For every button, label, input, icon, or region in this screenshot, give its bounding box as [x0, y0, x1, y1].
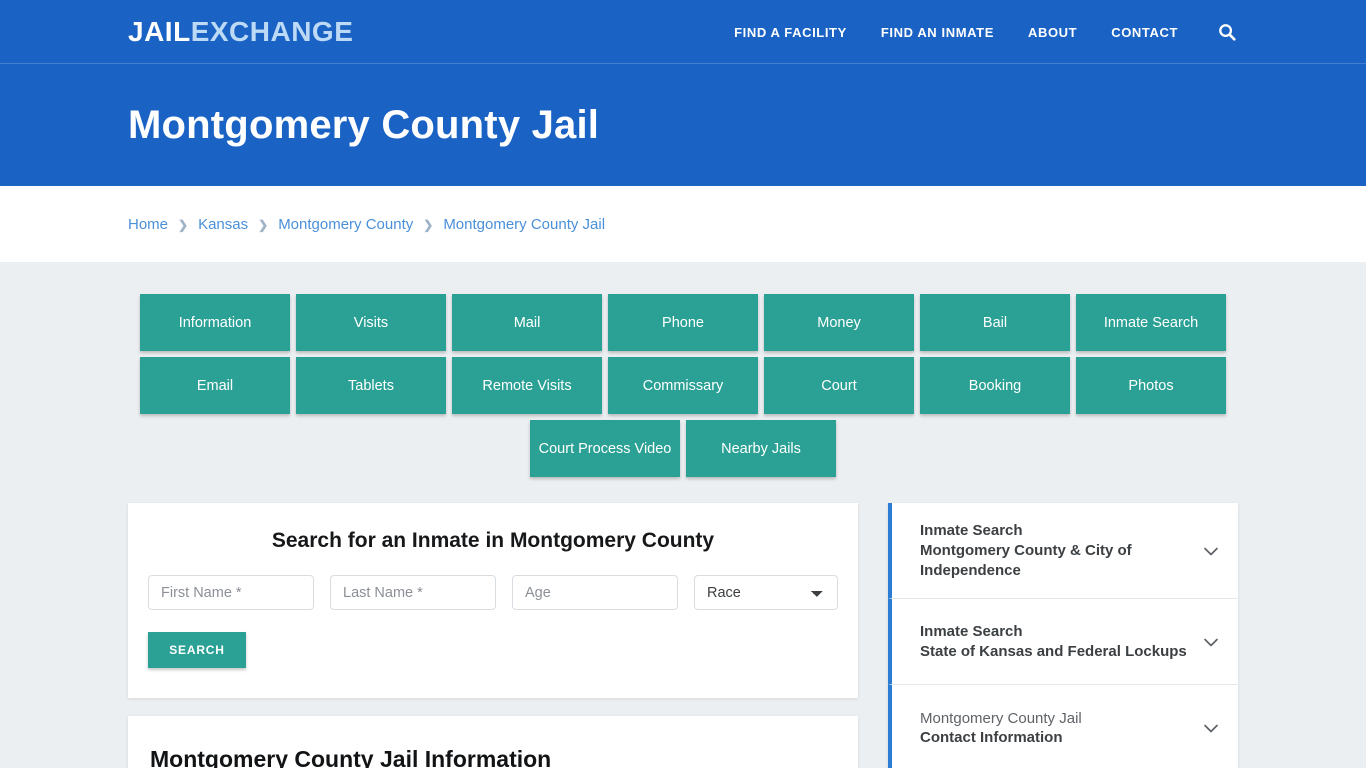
- age-input[interactable]: [512, 575, 678, 610]
- accordion-line-1: Inmate Search: [920, 623, 1023, 641]
- right-column: Inmate Search Montgomery County & City o…: [888, 503, 1238, 768]
- nav-about[interactable]: ABOUT: [1028, 25, 1077, 40]
- page-title: Montgomery County Jail: [128, 102, 600, 147]
- tile-photos[interactable]: Photos: [1076, 357, 1226, 414]
- facility-topic-tiles: Information Visits Mail Phone Money Bail…: [133, 294, 1233, 477]
- tile-bail[interactable]: Bail: [920, 294, 1070, 351]
- accordion-item-text: Montgomery County Jail Contact Informati…: [920, 709, 1188, 749]
- main-content: Information Visits Mail Phone Money Bail…: [0, 262, 1366, 768]
- search-icon[interactable]: [1216, 21, 1238, 43]
- accordion-item-inmate-search-county[interactable]: Inmate Search Montgomery County & City o…: [888, 503, 1238, 600]
- accordion-item-inmate-search-state[interactable]: Inmate Search State of Kansas and Federa…: [888, 599, 1238, 686]
- tile-court[interactable]: Court: [764, 357, 914, 414]
- nav-find-a-facility[interactable]: FIND A FACILITY: [734, 25, 847, 40]
- tile-mail[interactable]: Mail: [452, 294, 602, 351]
- chevron-right-icon: ❯: [258, 218, 269, 232]
- tile-phone[interactable]: Phone: [608, 294, 758, 351]
- breadcrumb-item-montgomery-county-jail[interactable]: Montgomery County Jail: [443, 216, 605, 233]
- chevron-right-icon: ❯: [178, 218, 189, 232]
- chevron-down-icon[interactable]: [1200, 540, 1222, 562]
- tile-commissary[interactable]: Commissary: [608, 357, 758, 414]
- tile-email[interactable]: Email: [140, 357, 290, 414]
- tile-booking[interactable]: Booking: [920, 357, 1070, 414]
- breadcrumb-item-montgomery-county[interactable]: Montgomery County: [278, 216, 413, 233]
- last-name-input[interactable]: [330, 575, 496, 610]
- race-select[interactable]: Race: [694, 575, 838, 610]
- accordion-line-1: Montgomery County Jail: [920, 709, 1082, 727]
- nav-find-an-inmate[interactable]: FIND AN INMATE: [881, 25, 994, 40]
- breadcrumb-item-home[interactable]: Home: [128, 216, 168, 233]
- inmate-search-card: Search for an Inmate in Montgomery Count…: [128, 503, 858, 698]
- first-name-input[interactable]: [148, 575, 314, 610]
- logo-text-primary: JAIL: [128, 16, 191, 47]
- breadcrumb: Home ❯ Kansas ❯ Montgomery County ❯ Mont…: [128, 216, 605, 233]
- sidebar-accordion: Inmate Search Montgomery County & City o…: [888, 503, 1238, 768]
- tile-remote-visits[interactable]: Remote Visits: [452, 357, 602, 414]
- site-logo[interactable]: JAILEXCHANGE: [128, 18, 353, 46]
- main-nav-links: FIND A FACILITY FIND AN INMATE ABOUT CON…: [734, 21, 1238, 43]
- left-column: Search for an Inmate in Montgomery Count…: [128, 503, 858, 768]
- accordion-item-contact-information[interactable]: Montgomery County Jail Contact Informati…: [888, 685, 1238, 768]
- accordion-item-text: Inmate Search Montgomery County & City o…: [920, 521, 1188, 580]
- tile-visits[interactable]: Visits: [296, 294, 446, 351]
- top-navigation-bar: JAILEXCHANGE FIND A FACILITY FIND AN INM…: [0, 0, 1366, 64]
- accordion-item-text: Inmate Search State of Kansas and Federa…: [920, 622, 1188, 662]
- chevron-down-icon[interactable]: [1200, 631, 1222, 653]
- search-card-title: Search for an Inmate in Montgomery Count…: [271, 529, 715, 552]
- breadcrumb-item-kansas[interactable]: Kansas: [198, 216, 248, 233]
- tile-information[interactable]: Information: [140, 294, 290, 351]
- tile-money[interactable]: Money: [764, 294, 914, 351]
- accordion-line-2: Contact Information: [920, 729, 1063, 747]
- jail-information-heading: Montgomery County Jail Information: [150, 746, 552, 768]
- chevron-down-icon[interactable]: [1200, 717, 1222, 739]
- search-button[interactable]: SEARCH: [148, 632, 246, 668]
- logo-text-secondary: EXCHANGE: [190, 16, 354, 47]
- nav-contact[interactable]: CONTACT: [1111, 25, 1178, 40]
- chevron-right-icon: ❯: [423, 218, 434, 232]
- accordion-line-1: Inmate Search: [920, 522, 1023, 539]
- search-form-row: Race: [148, 575, 838, 610]
- breadcrumb-band: Home ❯ Kansas ❯ Montgomery County ❯ Mont…: [0, 186, 1366, 262]
- jail-information-card: Montgomery County Jail Information: [128, 716, 858, 768]
- tile-nearby-jails[interactable]: Nearby Jails: [686, 420, 836, 477]
- accordion-line-2: State of Kansas and Federal Lockups: [920, 642, 1187, 660]
- tile-inmate-search[interactable]: Inmate Search: [1076, 294, 1226, 351]
- tile-court-process-video[interactable]: Court Process Video: [530, 420, 680, 477]
- tile-tablets[interactable]: Tablets: [296, 357, 446, 414]
- hero-banner: Montgomery County Jail: [0, 64, 1366, 186]
- content-columns: Search for an Inmate in Montgomery Count…: [128, 503, 1238, 768]
- accordion-line-2: Montgomery County & City of Independence: [920, 541, 1132, 579]
